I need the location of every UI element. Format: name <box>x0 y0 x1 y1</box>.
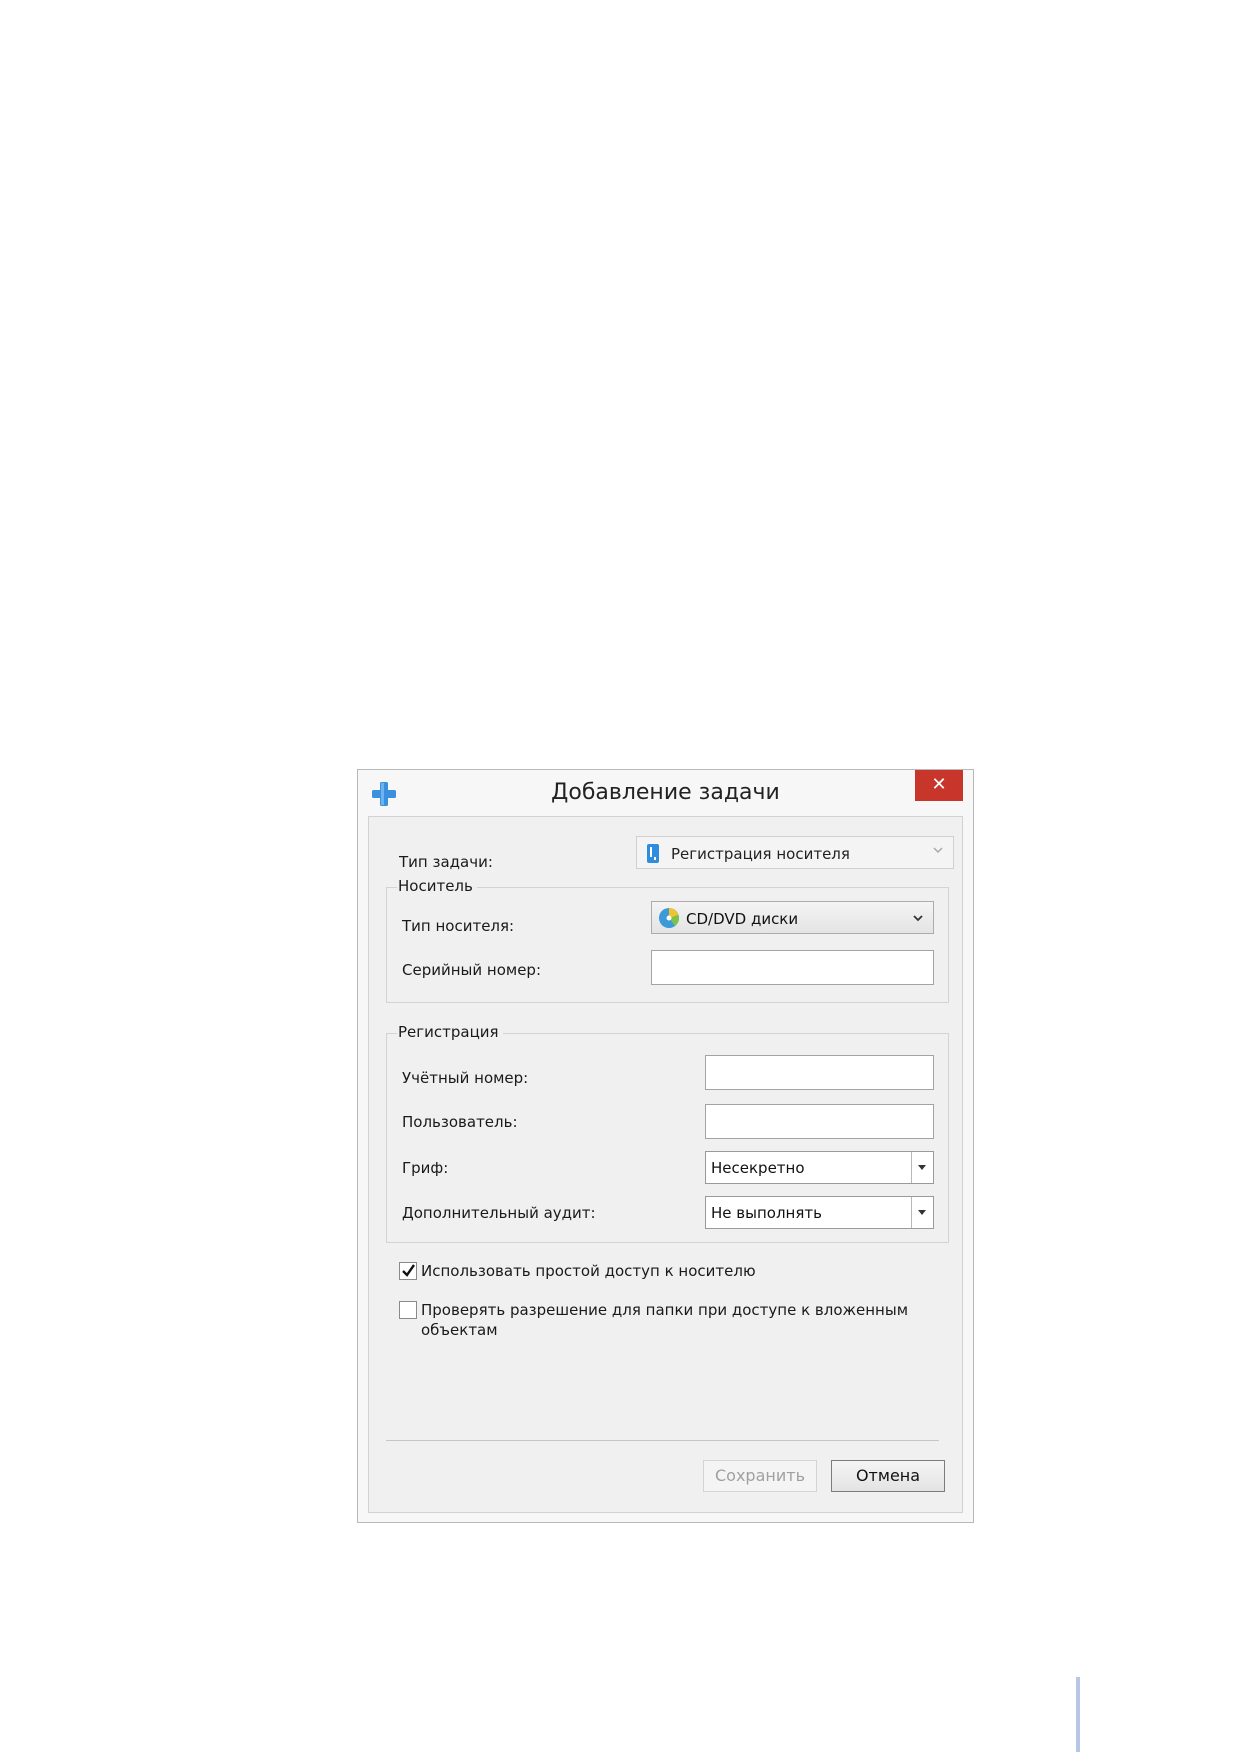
account-number-input[interactable] <box>705 1055 934 1090</box>
dropdown-arrow-icon <box>918 1165 926 1170</box>
check-folder-permission-label-line2[interactable]: объектам <box>421 1321 498 1340</box>
task-type-select[interactable]: Регистрация носителя <box>636 836 954 869</box>
dropdown-arrow-icon <box>918 1210 926 1215</box>
media-type-label: Тип носителя: <box>402 917 515 935</box>
task-type-value: Регистрация носителя <box>671 845 850 863</box>
stamp-label: Гриф: <box>402 1159 449 1177</box>
dialog-title: Добавление задачи <box>551 780 780 805</box>
media-type-select[interactable]: CD/DVD диски <box>651 901 934 934</box>
footer-separator <box>386 1440 939 1441</box>
page-margin-bar <box>1076 1677 1080 1752</box>
media-group-legend: Носитель <box>397 877 477 895</box>
account-number-label: Учётный номер: <box>402 1069 529 1087</box>
user-input[interactable] <box>705 1104 934 1139</box>
chevron-down-icon <box>933 847 943 854</box>
stamp-dropdown-button[interactable] <box>911 1152 933 1183</box>
add-task-dialog: Добавление задачи ✕ Тип задачи: Регистра… <box>357 769 974 1523</box>
usb-drive-icon <box>647 844 659 863</box>
registration-group-legend: Регистрация <box>397 1023 503 1041</box>
user-label: Пользователь: <box>402 1113 518 1131</box>
serial-number-input[interactable] <box>651 950 934 985</box>
media-type-value: CD/DVD диски <box>686 910 799 928</box>
audit-select[interactable]: Не выполнять <box>705 1196 934 1229</box>
title-bar: Добавление задачи ✕ <box>358 770 973 816</box>
check-folder-permission-checkbox[interactable] <box>399 1301 417 1319</box>
serial-number-label: Серийный номер: <box>402 961 541 979</box>
cd-disc-icon <box>659 908 679 928</box>
chevron-down-icon <box>913 915 923 922</box>
task-type-label: Тип задачи: <box>399 853 493 871</box>
cancel-button[interactable]: Отмена <box>831 1460 945 1492</box>
checkmark-icon <box>402 1264 415 1277</box>
dialog-body: Тип задачи: Регистрация носителя Носител… <box>368 816 963 1513</box>
audit-label: Дополнительный аудит: <box>402 1204 596 1222</box>
simple-access-label[interactable]: Использовать простой доступ к носителю <box>421 1262 756 1281</box>
close-button[interactable]: ✕ <box>915 770 963 801</box>
audit-dropdown-button[interactable] <box>911 1197 933 1228</box>
audit-value: Не выполнять <box>711 1204 822 1222</box>
check-folder-permission-label-line1[interactable]: Проверять разрешение для папки при досту… <box>421 1301 908 1320</box>
stamp-select[interactable]: Несекретно <box>705 1151 934 1184</box>
stamp-value: Несекретно <box>711 1159 805 1177</box>
save-button[interactable]: Сохранить <box>703 1460 817 1492</box>
simple-access-checkbox[interactable] <box>399 1262 417 1280</box>
